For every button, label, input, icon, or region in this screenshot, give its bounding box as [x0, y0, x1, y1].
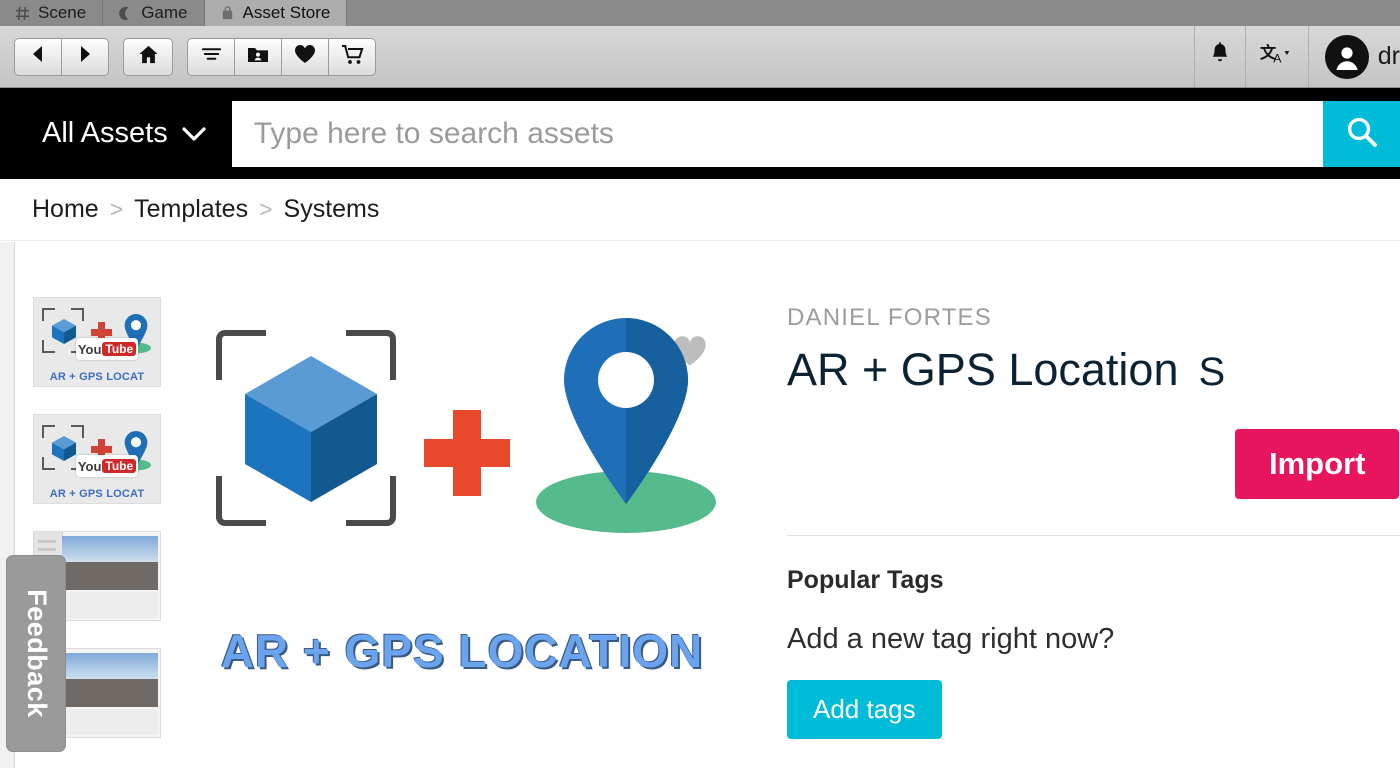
tab-game-label: Game [141, 3, 188, 22]
back-button[interactable] [14, 37, 61, 76]
toolbar-right-group: 文 A dr [1193, 26, 1400, 87]
screenshot-ground [62, 679, 158, 707]
filter-icon [201, 46, 222, 67]
tab-strip-filler [347, 0, 1400, 26]
asset-price: S [1198, 350, 1226, 394]
bell-icon [1209, 42, 1231, 71]
tab-game[interactable]: Game [103, 0, 205, 26]
youtube-badge: You Tube [76, 338, 138, 360]
asset-detail-content: You Tube AR + GPS LOCAT You Tube AR + GP… [0, 242, 1400, 768]
breadcrumb-item-systems[interactable]: Systems [284, 195, 380, 224]
my-assets-button[interactable] [234, 37, 281, 76]
breadcrumb-item-templates[interactable]: Templates [134, 195, 248, 224]
screenshot-sky [62, 536, 158, 562]
screenshot-panel [62, 709, 158, 735]
avatar [1324, 34, 1369, 79]
search-icon [1345, 115, 1379, 152]
game-icon [117, 5, 134, 22]
toolbar-left-group [0, 37, 376, 76]
import-button[interactable]: Import [1235, 429, 1400, 499]
svg-text:A: A [1273, 52, 1282, 66]
plus-icon [424, 410, 510, 496]
map-pin-icon [532, 314, 720, 534]
popular-tags-heading: Popular Tags [787, 566, 944, 594]
tab-scene[interactable]: Scene [0, 0, 104, 26]
shopping-bag-icon [219, 5, 236, 22]
asset-search-bar: All Assets [0, 88, 1400, 179]
chevron-down-icon [182, 117, 206, 150]
screenshot-sky [62, 653, 158, 679]
tab-asset-store[interactable]: Asset Store [204, 0, 348, 26]
youtube-badge: You Tube [76, 455, 138, 477]
youtube-badge-text-1: You [77, 458, 102, 474]
home-icon [138, 44, 159, 70]
my-assets-folder-icon [247, 45, 269, 69]
youtube-badge-text-2: Tube [102, 342, 137, 356]
home-button[interactable] [123, 37, 173, 76]
asset-store-toolbar: 文 A dr [0, 26, 1400, 88]
asset-details-panel: DANIEL FORTES AR + GPS Location S Import… [757, 242, 1400, 768]
user-account-button[interactable]: dr [1307, 26, 1400, 87]
thumbnail-caption: AR + GPS LOCAT [49, 371, 145, 383]
youtube-badge-text-1: You [77, 341, 102, 357]
thumbnail-artwork: You Tube AR + GPS LOCAT [34, 415, 160, 503]
asset-actions: Import [787, 429, 1400, 499]
page-title: AR + GPS Location [787, 344, 1179, 395]
search-input[interactable] [231, 100, 1324, 167]
thumbnail-item[interactable]: You Tube AR + GPS LOCAT [33, 414, 161, 504]
youtube-badge-text-2: Tube [102, 459, 137, 473]
screenshot-panel [62, 592, 158, 618]
cart-button[interactable] [328, 37, 376, 76]
hero-title: AR + GPS LOCATION [220, 625, 704, 677]
breadcrumb-separator: > [109, 196, 124, 222]
thumbnail-artwork: You Tube AR + GPS LOCAT [34, 298, 160, 386]
editor-tab-strip: Scene Game Asset Store [0, 0, 1400, 27]
thumbnail-item[interactable]: You Tube AR + GPS LOCAT [33, 297, 161, 387]
back-arrow-icon [30, 45, 46, 68]
screenshot-ground [62, 562, 158, 590]
grid-icon [14, 5, 31, 22]
forward-button[interactable] [61, 37, 109, 76]
thumbnail-caption: AR + GPS LOCAT [49, 488, 145, 500]
category-dropdown[interactable]: All Assets [0, 117, 232, 150]
breadcrumb: Home > Templates > Systems [0, 179, 1400, 241]
asset-title-row: AR + GPS Location S [787, 346, 1400, 395]
filter-button[interactable] [187, 37, 234, 76]
store-button-group [187, 37, 376, 76]
feedback-tab[interactable]: Feedback [6, 555, 66, 752]
feedback-label: Feedback [21, 589, 52, 718]
heart-icon [294, 44, 316, 69]
forward-arrow-icon [77, 45, 93, 68]
cube-icon [242, 354, 380, 504]
tab-asset-store-label: Asset Store [242, 3, 331, 22]
add-tags-button[interactable]: Add tags [787, 680, 942, 739]
search-submit-button[interactable] [1323, 100, 1400, 167]
notifications-button[interactable] [1193, 26, 1245, 87]
language-button[interactable]: 文 A [1244, 26, 1308, 87]
shopping-cart-icon [341, 44, 364, 70]
category-dropdown-label: All Assets [42, 117, 168, 149]
cube-icon [51, 318, 77, 345]
breadcrumb-item-home[interactable]: Home [32, 195, 99, 224]
nav-button-group [14, 37, 109, 76]
breadcrumb-separator: > [259, 196, 273, 222]
publisher-name[interactable]: DANIEL FORTES [787, 304, 1400, 332]
section-divider [787, 535, 1400, 536]
cube-icon [51, 435, 77, 462]
translate-icon: 文 A [1260, 41, 1294, 72]
username-label: dr [1377, 42, 1400, 70]
hero-preview: AR + GPS LOCATION [167, 242, 757, 768]
favorites-button[interactable] [281, 37, 328, 76]
hero-artwork [192, 302, 732, 602]
add-tag-question: Add a new tag right now? [787, 623, 1115, 655]
asset-store-window: Scene Game Asset Store 文 A dr All Assets… [0, 0, 1400, 768]
tab-scene-label: Scene [38, 3, 87, 22]
